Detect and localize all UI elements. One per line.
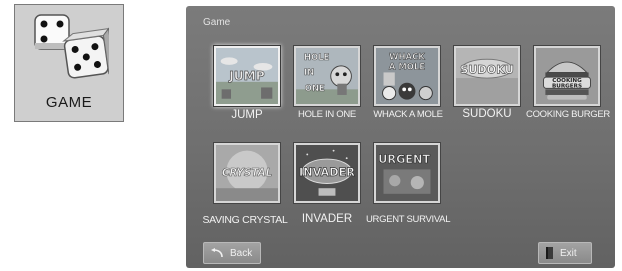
- svg-text:INVADER: INVADER: [299, 166, 355, 179]
- game-tile-urgent-survival[interactable]: URGENT: [374, 143, 440, 203]
- game-tile-invader[interactable]: INVADER: [294, 143, 360, 203]
- svg-text:SUDOKU: SUDOKU: [460, 63, 514, 76]
- game-screen: Game JUMP JUMP HOLE IN ONE HOLE IN ONE W…: [186, 6, 615, 268]
- game-menu-label: GAME: [45, 94, 93, 111]
- game-label-saving-crystal: SAVING CRYSTAL: [202, 214, 288, 226]
- game-tile-whack-a-mole[interactable]: WHACK A MOLE: [374, 46, 440, 106]
- svg-text:URGENT: URGENT: [378, 153, 430, 166]
- saving-crystal-thumbnail: CRYSTAL: [216, 145, 278, 201]
- svg-text:HOLE: HOLE: [304, 52, 330, 62]
- svg-text:A MOLE: A MOLE: [389, 62, 425, 72]
- invader-thumbnail: INVADER: [296, 145, 358, 201]
- game-tile-sudoku[interactable]: SUDOKU: [454, 46, 520, 106]
- game-label-hole-in-one: HOLE IN ONE: [298, 109, 356, 120]
- game-tile-cooking-burger[interactable]: COOKING BURGERS: [534, 46, 600, 106]
- svg-text:IN: IN: [304, 67, 314, 77]
- game-label-cooking-burger: COOKING BURGER: [526, 109, 610, 120]
- game-label-sudoku: SUDOKU: [462, 108, 512, 120]
- sudoku-thumbnail: SUDOKU: [456, 48, 518, 104]
- hole-in-one-thumbnail: HOLE IN ONE: [296, 48, 358, 104]
- game-tile-hole-in-one[interactable]: HOLE IN ONE: [294, 46, 360, 106]
- cooking-burger-thumbnail: COOKING BURGERS: [536, 48, 598, 104]
- jump-thumbnail: JUMP: [216, 48, 278, 104]
- game-tile-saving-crystal[interactable]: CRYSTAL: [214, 143, 280, 203]
- back-button[interactable]: Back: [203, 242, 261, 264]
- exit-label: Exit: [560, 247, 577, 259]
- dice-icon: [34, 14, 109, 79]
- game-menu-icon[interactable]: GAME: [14, 4, 124, 122]
- back-arrow-icon: [211, 248, 223, 258]
- whack-a-mole-thumbnail: WHACK A MOLE: [376, 48, 438, 104]
- back-label: Back: [230, 247, 253, 259]
- urgent-survival-thumbnail: URGENT: [376, 145, 438, 201]
- game-label-whack-a-mole: WHACK A MOLE: [373, 109, 443, 120]
- svg-text:WHACK: WHACK: [389, 51, 425, 61]
- svg-text:CRYSTAL: CRYSTAL: [222, 167, 272, 179]
- game-label-jump: JUMP: [231, 109, 263, 121]
- exit-button[interactable]: Exit: [538, 242, 592, 264]
- svg-text:BURGERS: BURGERS: [552, 83, 582, 89]
- jump-art-text: JUMP: [228, 69, 265, 83]
- game-label-invader: INVADER: [301, 213, 353, 225]
- game-tile-jump[interactable]: JUMP: [214, 46, 280, 106]
- screen-title: Game: [203, 17, 231, 28]
- game-label-urgent-survival: URGENT SURVIVAL: [366, 214, 451, 225]
- svg-text:ONE: ONE: [305, 83, 325, 93]
- door-icon: [546, 247, 553, 259]
